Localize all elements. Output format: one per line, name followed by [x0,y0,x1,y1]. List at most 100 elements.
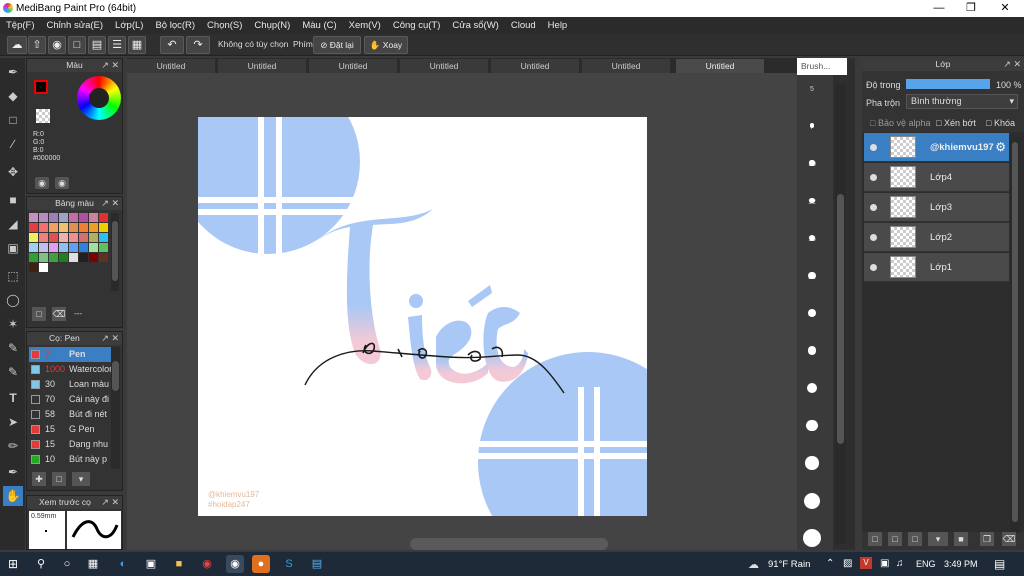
brush-list-item[interactable]: 15 Dạng nhu [29,437,111,452]
palette-swatch[interactable] [79,233,88,242]
brush-size-dot[interactable] [807,346,817,355]
layer-row[interactable]: @khiemvu197 ⚙ [864,133,1009,162]
eraser-tool-icon[interactable]: ◆ [3,86,23,106]
chrome-icon[interactable]: ◉ [198,555,216,573]
palette-swatch[interactable] [29,253,38,262]
panel-close-icon[interactable]: ↗ ✕ [101,59,119,72]
palette-swatch[interactable] [39,223,48,232]
medibang-taskbar-icon[interactable]: ◉ [226,555,244,573]
palette-swatch[interactable] [89,223,98,232]
select-tool-icon[interactable]: ⬚ [3,266,23,286]
menu-filter[interactable]: Bộ lọc(R) [149,17,201,34]
canvas-horizontal-scrollbar[interactable] [410,538,608,550]
palette-swatches[interactable] [29,213,109,283]
bucket-tool-icon[interactable]: ◢ [3,214,23,234]
layer-scrollbar[interactable] [1010,138,1020,533]
palette-swatch[interactable] [49,223,58,232]
lock-checkbox[interactable]: □ Khóa [986,118,1015,128]
palette-swatch[interactable] [69,253,78,262]
brush-list-item[interactable]: 15 G Pen [29,422,111,437]
palette-swatch[interactable] [99,253,108,262]
layer-row[interactable]: Lớp2 [864,223,1009,252]
tab-untitled-4[interactable]: Untitled [400,59,489,73]
palette-swatch[interactable] [79,243,88,252]
panel-close-icon[interactable]: ↗ ✕ [101,496,119,509]
visibility-eye-icon[interactable] [870,264,877,271]
palette-scrollbar[interactable] [111,213,119,291]
fill-shape-tool-icon[interactable]: ■ [3,190,23,210]
palette-swatch[interactable] [99,243,108,252]
palette-swatch[interactable] [49,253,58,262]
gradient-tool-icon[interactable]: ▣ [3,238,23,258]
visibility-eye-icon[interactable] [870,144,877,151]
delete-layer-icon[interactable]: ⌫ [1002,532,1016,546]
palette-swatch[interactable] [59,223,68,232]
brush-list-item[interactable]: 70 Cái này đi [29,392,111,407]
protect-alpha-checkbox[interactable]: □ Bảo vệ alpha [870,118,930,128]
task-view-circle-icon[interactable]: ○ [58,555,76,573]
maximize-button[interactable]: ❐ [954,0,988,17]
delete-palette-icon[interactable]: ⌫ [52,307,66,321]
line-tool-icon[interactable]: ∕ [3,134,23,154]
palette-swatch[interactable] [49,233,58,242]
foreground-color-swatch[interactable] [34,80,48,94]
comment-icon[interactable]: ◉ [48,36,66,54]
magic-wand-icon[interactable]: ✶ [3,314,23,334]
language-indicator[interactable]: ENG [916,559,936,569]
palette-swatch[interactable] [49,243,58,252]
new-brush-icon[interactable]: □ [52,472,66,486]
app-orange-icon[interactable]: ● [252,555,270,573]
rectangle-tool-icon[interactable]: □ [3,110,23,130]
palette-swatch[interactable] [59,253,68,262]
windows-start-icon[interactable]: ⊞ [4,555,22,573]
layer-row[interactable]: Lớp3 [864,193,1009,222]
brush-tool-icon[interactable]: ✒ [3,62,23,82]
palette-swatch[interactable] [69,223,78,232]
select-pen-icon[interactable]: ✎ [3,338,23,358]
blend-mode-select[interactable]: Bình thường ▾ [906,94,1018,109]
add-brush-icon[interactable]: ✚ [32,472,46,486]
palette-swatch[interactable] [29,213,38,222]
brush-list-item[interactable]: 58 Bút đi nét [29,407,111,422]
palette-swatch[interactable] [89,243,98,252]
smudge-tool-icon[interactable]: ✏ [3,436,23,456]
brush-size-dot[interactable] [806,382,818,394]
lasso-tool-icon[interactable]: ◯ [3,290,23,310]
eyedropper-tool-icon[interactable]: ✒ [3,462,23,482]
palette-swatch[interactable] [69,243,78,252]
palette-swatch[interactable] [99,233,108,242]
text-tool-icon[interactable]: T [3,388,23,408]
palette-swatch[interactable] [29,243,38,252]
palette-swatch[interactable] [39,213,48,222]
reset-button[interactable]: ⊘ Đặt lại [313,36,361,54]
opacity-slider[interactable] [906,79,990,89]
grid-icon[interactable]: ▦ [128,36,146,54]
palette-swatch[interactable] [29,233,38,242]
document-icon[interactable]: ▤ [88,36,106,54]
menu-snap[interactable]: Chụp(N) [248,17,296,34]
menu-layer[interactable]: Lớp(L) [109,17,149,34]
palette-swatch[interactable] [59,243,68,252]
tab-untitled-2[interactable]: Untitled [218,59,307,73]
notification-icon[interactable]: ▤ [994,557,1005,571]
chevron-up-icon[interactable]: ⌃ [826,558,834,569]
message-icon[interactable]: □ [68,36,86,54]
tab-untitled-5[interactable]: Untitled [491,59,580,73]
brush-list-item[interactable]: 1000 Watercolor [29,362,111,377]
palette-swatch[interactable] [89,213,98,222]
visibility-eye-icon[interactable] [870,174,877,181]
panel-close-icon[interactable]: ↗ ✕ [101,332,119,345]
vietkey-icon[interactable]: V [860,557,872,569]
color-wheel[interactable] [77,76,121,120]
palette-swatch[interactable] [89,233,98,242]
hand-tool-icon[interactable]: ✋ [3,486,23,506]
brush-size-dot[interactable] [809,123,815,128]
move-tool-icon[interactable]: ✥ [3,162,23,182]
new-layer-copy-icon[interactable]: □ [888,532,902,546]
rotate-button[interactable]: ✋ Xoay [364,36,408,54]
folder-icon[interactable]: ■ [954,532,968,546]
palette-swatch[interactable] [69,213,78,222]
skype-icon[interactable]: S [280,555,298,573]
panel-close-icon[interactable]: ↗ ✕ [1003,58,1021,71]
operation-tool-icon[interactable]: ➤ [3,412,23,432]
